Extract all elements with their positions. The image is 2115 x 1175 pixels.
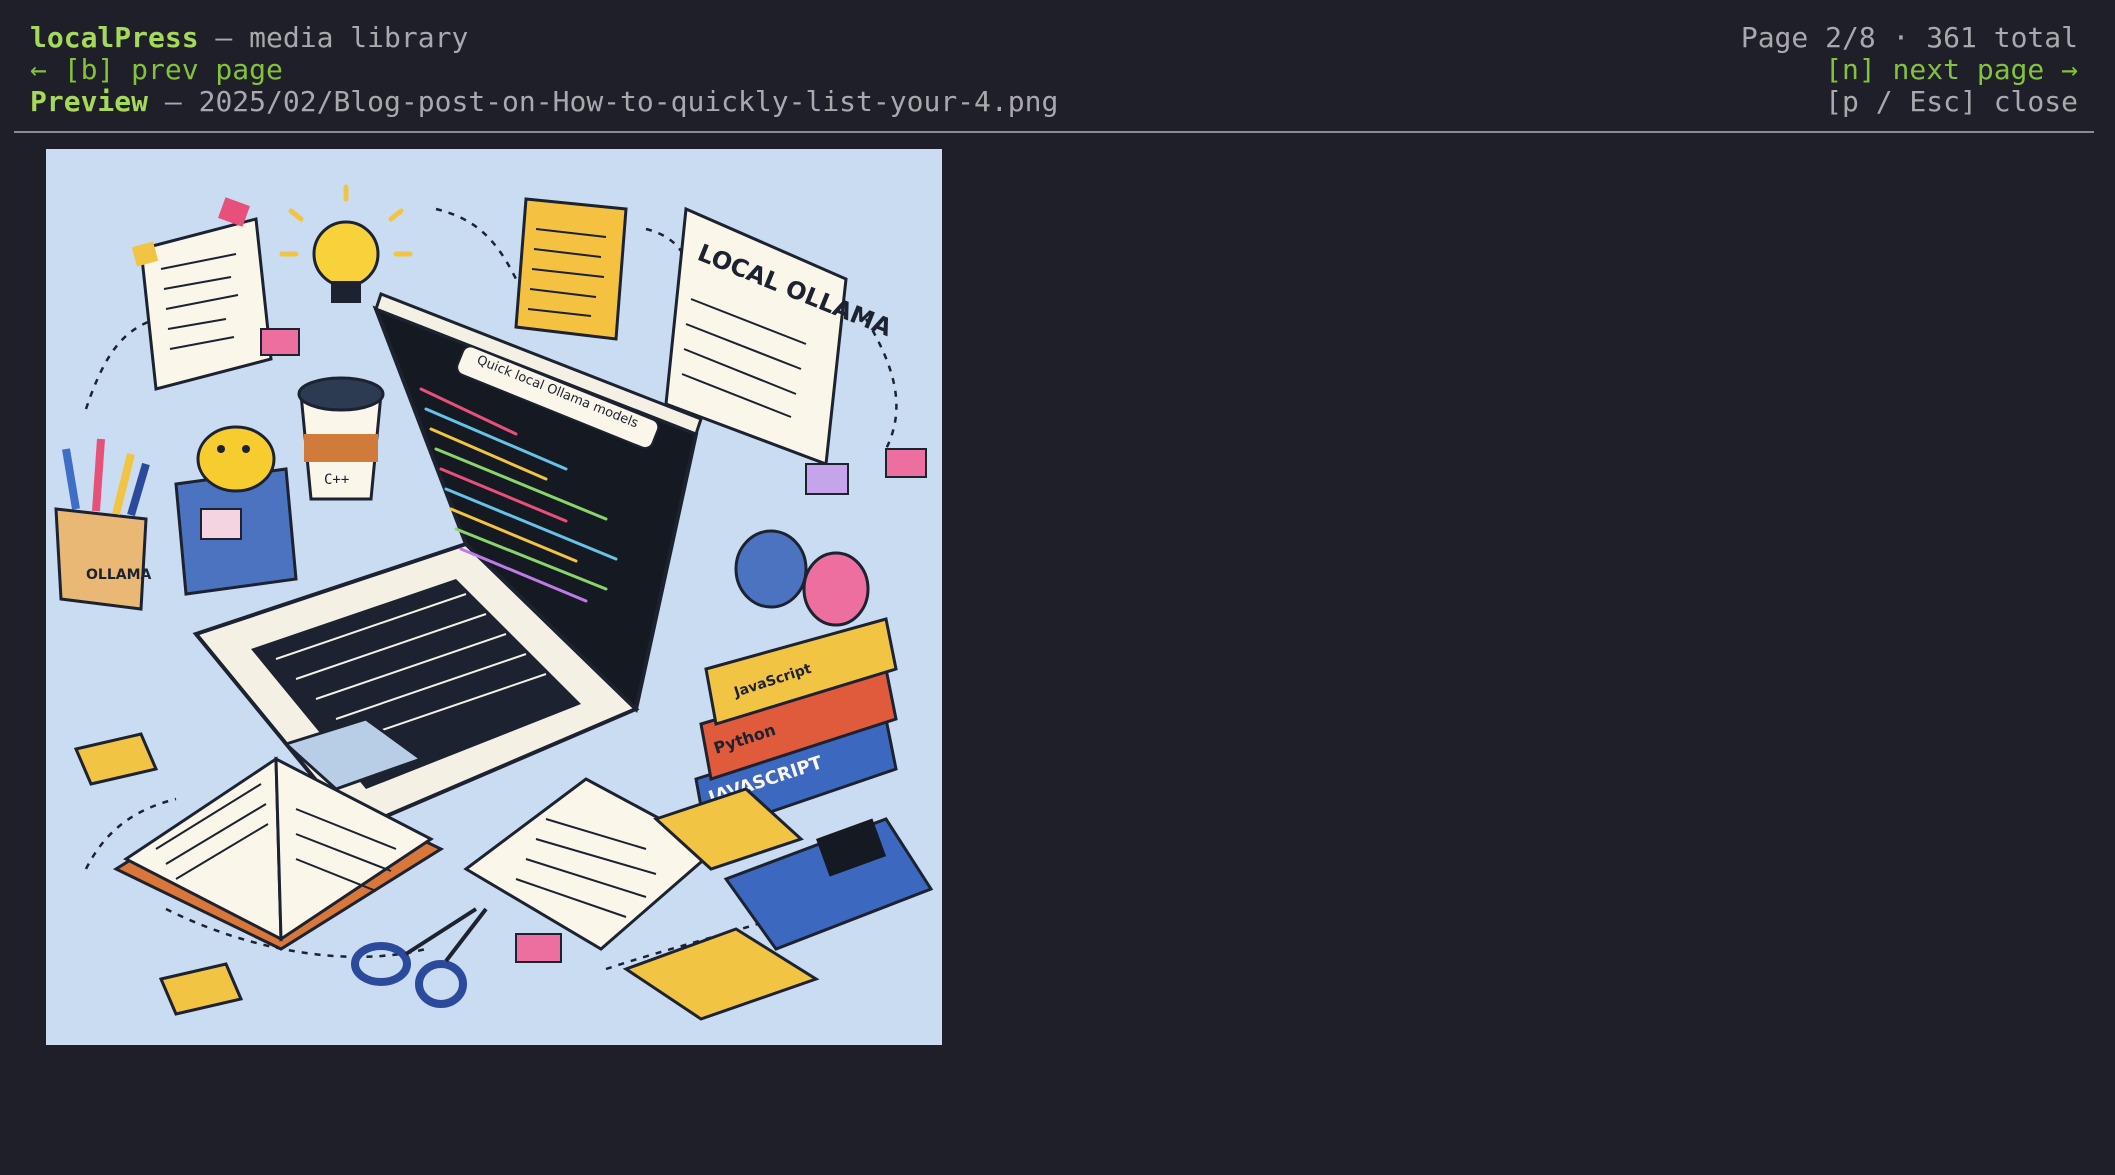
preview-label: Preview — [30, 85, 149, 118]
title-separator: — — [198, 21, 250, 54]
preview-file-path: 2025/02/Blog-post-on-How-to-quickly-list… — [198, 85, 1059, 118]
section-title: media library — [249, 21, 469, 54]
pink-tag — [260, 328, 300, 356]
next-page-link[interactable]: [n] next page → — [1825, 54, 2078, 86]
preview-illustration: LOCAL OLLAMA OLLAMA C++ Quick local Olla… — [46, 149, 942, 1045]
header-divider — [14, 131, 2094, 133]
pink-tag — [515, 933, 562, 963]
prev-page-link[interactable]: ← [b] prev page — [30, 54, 283, 86]
svg-text:OLLAMA: OLLAMA — [86, 567, 152, 583]
purple-tag — [805, 463, 849, 495]
sticky-note-top — [514, 197, 628, 341]
viewer-header: localPress — media library Page 2/8 · 36… — [0, 0, 2115, 133]
svg-text:C++: C++ — [324, 472, 349, 488]
app-name: localPress — [30, 21, 199, 54]
page-info: Page 2/8 · 361 total — [1740, 21, 2078, 54]
preview-image: LOCAL OLLAMA OLLAMA C++ Quick local Olla… — [46, 149, 942, 1045]
pink-tag — [885, 448, 927, 478]
preview-line: Preview — 2025/02/Blog-post-on-How-to-qu… — [30, 86, 1058, 118]
preview-separator: — — [148, 85, 199, 118]
coffee-cup: C++ — [297, 376, 385, 501]
title-line: localPress — media library — [30, 22, 468, 54]
close-preview-button[interactable]: [p / Esc] close — [1825, 86, 2078, 118]
